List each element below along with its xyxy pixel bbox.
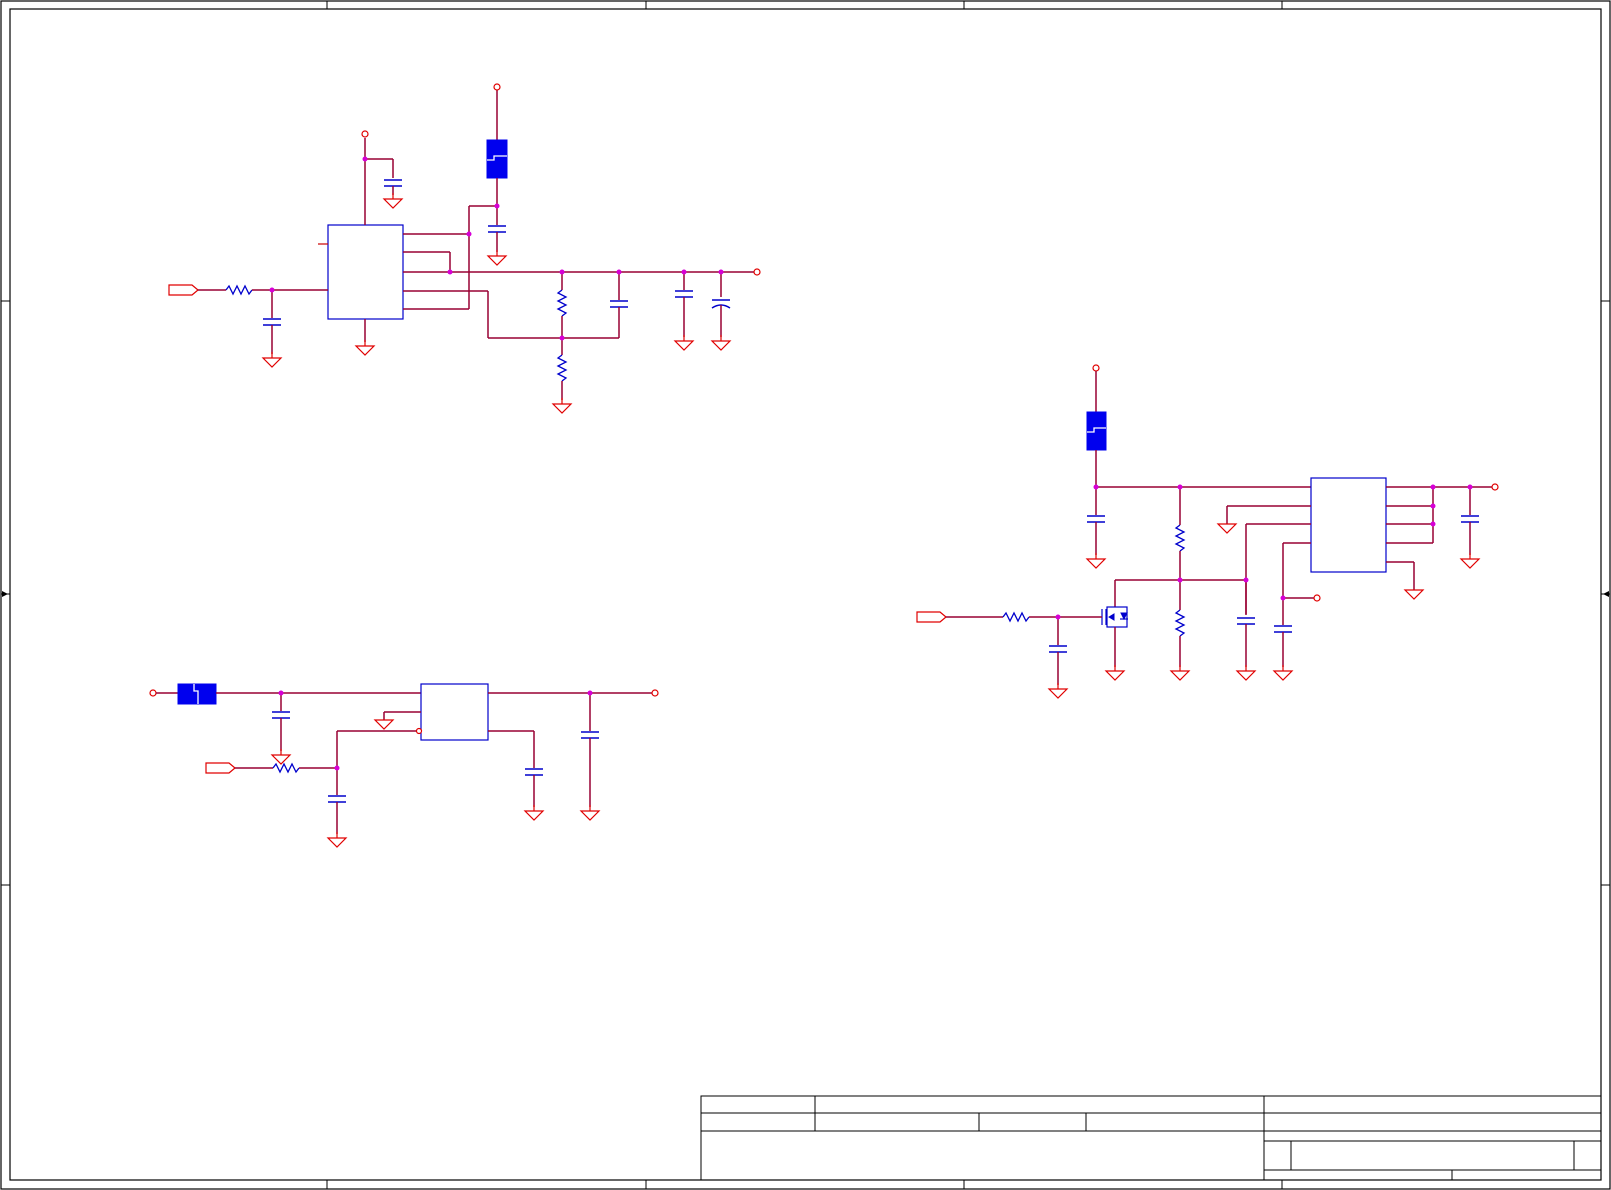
ground-symbol xyxy=(1170,664,1190,681)
capacitor xyxy=(524,768,544,776)
capacitor xyxy=(1460,515,1480,523)
capacitor xyxy=(1086,515,1106,523)
power-terminal xyxy=(493,83,501,91)
power-terminal xyxy=(1491,483,1499,491)
resistor xyxy=(1175,524,1185,552)
ground-symbol xyxy=(674,334,694,351)
input-port xyxy=(168,284,199,296)
ic-u3 xyxy=(1310,477,1387,573)
resistor xyxy=(557,289,567,317)
ground-symbol xyxy=(580,804,600,821)
ic-u2 xyxy=(420,683,489,741)
capacitor xyxy=(262,318,282,326)
schematic-sheet xyxy=(0,0,1611,1190)
resistor xyxy=(1175,609,1185,637)
ground-symbol xyxy=(1273,664,1293,681)
ground-symbol xyxy=(1460,552,1480,569)
ground-symbol xyxy=(524,804,544,821)
capacitor xyxy=(383,179,403,187)
ground-symbol xyxy=(711,334,731,351)
ground-symbol xyxy=(1236,664,1256,681)
ground-symbol xyxy=(262,351,282,368)
capacitor xyxy=(1273,625,1293,633)
capacitor xyxy=(1236,617,1256,625)
title-block xyxy=(700,1095,1602,1181)
capacitor xyxy=(609,300,629,308)
ferrite-bead xyxy=(486,139,508,179)
ground-symbol xyxy=(487,249,507,266)
ground-symbol xyxy=(1403,589,1425,600)
ground-symbol xyxy=(1216,523,1238,534)
zone-ticks-left xyxy=(1,300,10,886)
ground-symbol xyxy=(271,748,291,765)
ferrite-bead xyxy=(1086,411,1107,451)
sheet-border xyxy=(0,0,1611,1190)
capacitor xyxy=(327,795,347,803)
capacitor xyxy=(674,290,694,298)
input-port xyxy=(205,762,236,774)
zone-ticks-right xyxy=(1601,300,1610,886)
capacitor xyxy=(1048,645,1068,653)
ground-symbol xyxy=(383,192,403,209)
mosfet xyxy=(1101,580,1128,681)
resistor xyxy=(1002,612,1030,622)
resistor xyxy=(225,285,253,295)
zone-ticks-top xyxy=(326,1,1283,9)
schematic-drawing xyxy=(0,0,1611,1190)
power-terminal xyxy=(361,130,369,138)
capacitor xyxy=(487,225,507,233)
resistor xyxy=(557,354,567,382)
capacitor xyxy=(580,731,600,739)
input-port xyxy=(916,611,947,623)
ground-symbol xyxy=(373,719,395,730)
circuit-bottom-left xyxy=(149,683,659,848)
power-terminal xyxy=(1092,364,1100,372)
resistor xyxy=(272,763,300,773)
power-terminal xyxy=(149,689,157,697)
power-terminal xyxy=(753,268,761,276)
ground-symbol xyxy=(1105,664,1125,681)
power-terminal xyxy=(651,689,659,697)
ground-symbol xyxy=(1086,552,1106,569)
ground-symbol xyxy=(1048,682,1068,699)
ferrite-bead xyxy=(177,683,217,705)
circuit-right xyxy=(916,364,1499,699)
zone-ticks-bottom xyxy=(326,1180,1283,1189)
capacitor xyxy=(271,711,291,719)
circuit-top-left xyxy=(168,83,761,414)
ground-symbol xyxy=(327,831,347,848)
ground-symbol xyxy=(552,397,572,414)
ic-u1 xyxy=(327,224,404,320)
ground-symbol xyxy=(355,339,375,356)
